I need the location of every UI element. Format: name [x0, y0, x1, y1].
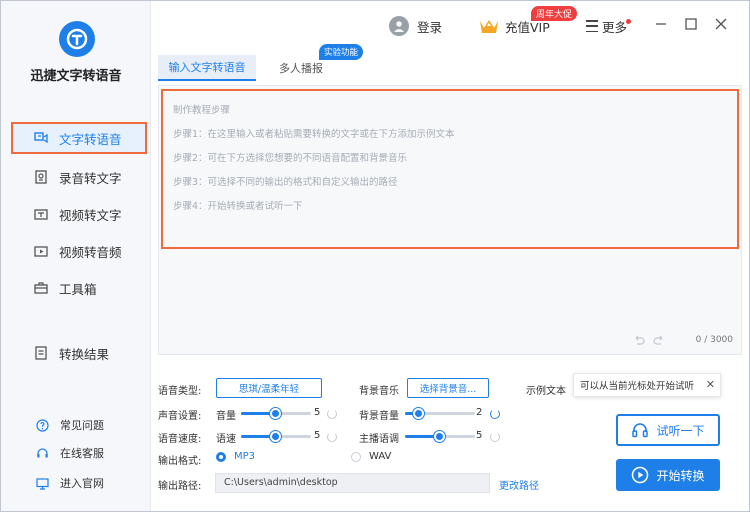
- voice-type-label: 语音类型:: [158, 386, 202, 397]
- char-count: 0 / 3000: [695, 335, 733, 345]
- pitch-slider[interactable]: [405, 430, 475, 442]
- headset-icon: [36, 447, 49, 460]
- sidebar-item-video-to-text[interactable]: 视频转文字: [11, 198, 147, 230]
- slider-handle[interactable]: [413, 408, 424, 419]
- support-label: 在线客服: [60, 447, 104, 460]
- listen-button[interactable]: 试听一下: [616, 414, 720, 446]
- sidebar: 迅捷文字转语音 文字转语音 录音转文字 视频转文字 视频转音频 工具箱 转换结果…: [1, 1, 151, 511]
- speed-slider[interactable]: [241, 430, 311, 442]
- support-link[interactable]: 在线客服: [1, 443, 151, 463]
- pitch-label: 主播语调: [359, 434, 399, 445]
- video-audio-icon: [33, 243, 49, 259]
- bg-volume-slider[interactable]: [405, 407, 475, 419]
- sidebar-item-video-to-audio[interactable]: 视频转音频: [11, 235, 147, 267]
- guide-title: 制作教程步骤: [173, 105, 231, 116]
- app-window: 迅捷文字转语音 文字转语音 录音转文字 视频转文字 视频转音频 工具箱 转换结果…: [0, 0, 750, 512]
- volume-label: 音量: [216, 411, 236, 422]
- website-label: 进入官网: [60, 477, 104, 490]
- faq-link[interactable]: 常见问题: [1, 415, 151, 435]
- format-mp3-label[interactable]: MP3: [234, 451, 255, 462]
- sound-settings-label: 声音设置:: [158, 411, 202, 422]
- sidebar-item-label: 转换结果: [59, 346, 110, 362]
- slider-handle[interactable]: [270, 408, 281, 419]
- toolbox-icon: [33, 280, 49, 296]
- sidebar-item-recording-to-text[interactable]: 录音转文字: [11, 161, 147, 193]
- speech-speed-label: 语音速度:: [158, 434, 202, 445]
- sidebar-item-toolbox[interactable]: 工具箱: [11, 272, 147, 304]
- guide-step: 步骤3：可选择不同的输出的格式和自定义输出的路径: [173, 177, 398, 188]
- sidebar-item-label: 文字转语音: [59, 131, 122, 147]
- notification-dot: [626, 19, 631, 24]
- text-to-speech-icon: [33, 130, 49, 146]
- menu-icon: [586, 20, 598, 32]
- redo-icon[interactable]: [653, 334, 665, 346]
- pitch-value: 5: [476, 430, 483, 441]
- result-icon: [33, 345, 49, 361]
- question-icon: [36, 418, 49, 432]
- text-input-area[interactable]: 制作教程步骤 步骤1：在这里输入或者粘贴需要转换的文字或在下方添加示例文本 步骤…: [161, 89, 739, 249]
- login-label: 登录: [417, 19, 443, 35]
- user-avatar-icon: [389, 16, 409, 36]
- faq-label: 常见问题: [60, 419, 104, 432]
- format-mp3-radio[interactable]: [216, 452, 226, 462]
- format-wav-label[interactable]: WAV: [369, 451, 391, 462]
- convert-label: 开始转换: [656, 468, 705, 483]
- sidebar-item-text-to-speech[interactable]: 文字转语音: [11, 122, 147, 154]
- monitor-icon: [36, 477, 49, 490]
- close-icon[interactable]: ✕: [706, 378, 715, 391]
- bg-volume-label: 背景音量: [359, 411, 399, 422]
- listen-tooltip: 可以从当前光标处开始试听 ✕: [573, 373, 721, 397]
- refresh-icon[interactable]: [490, 409, 500, 419]
- guide-step: 步骤2：可在下方选择您想要的不同语音配置和背景音乐: [173, 153, 408, 164]
- speed-value: 5: [314, 430, 321, 441]
- bg-music-label: 背景音乐: [359, 386, 399, 397]
- more-label: 更多: [602, 19, 628, 35]
- reset-icon[interactable]: [327, 409, 337, 419]
- undo-icon[interactable]: [633, 334, 645, 346]
- close-icon[interactable]: [713, 16, 729, 32]
- login-button[interactable]: 登录: [389, 13, 442, 39]
- headphones-icon: [632, 423, 649, 438]
- minimize-icon[interactable]: [653, 16, 669, 32]
- reset-icon[interactable]: [490, 432, 500, 442]
- speed-label: 语速: [216, 434, 236, 445]
- bg-music-button[interactable]: 选择背景音...: [407, 378, 489, 398]
- tooltip-text: 可以从当前光标处开始试听: [580, 381, 695, 392]
- lab-badge: 实验功能: [319, 44, 364, 60]
- sidebar-item-label: 工具箱: [59, 281, 97, 297]
- recording-icon: [33, 169, 49, 185]
- output-format-label: 输出格式:: [158, 456, 202, 467]
- more-button[interactable]: 更多: [586, 13, 627, 39]
- format-wav-radio[interactable]: [351, 452, 361, 462]
- volume-value: 5: [314, 407, 321, 418]
- output-path-label: 输出路径:: [158, 481, 202, 492]
- guide-step: 步骤4：开始转换或者试听一下: [173, 201, 303, 212]
- slider-handle[interactable]: [434, 431, 445, 442]
- maximize-icon[interactable]: [683, 16, 699, 32]
- voice-type-button[interactable]: 思琪/温柔年轻: [216, 378, 322, 398]
- video-text-icon: [33, 206, 49, 222]
- crown-icon: [480, 20, 498, 33]
- guide-step: 步骤1：在这里输入或者粘贴需要转换的文字或在下方添加示例文本: [173, 129, 455, 140]
- sidebar-item-results[interactable]: 转换结果: [11, 337, 147, 369]
- tab-text-to-speech[interactable]: 输入文字转语音: [158, 55, 256, 81]
- volume-slider[interactable]: [241, 407, 311, 419]
- app-brand: 迅捷文字转语音: [30, 69, 122, 84]
- listen-label: 试听一下: [656, 423, 705, 438]
- slider-handle[interactable]: [270, 431, 281, 442]
- change-path-link[interactable]: 更改路径: [499, 477, 539, 492]
- app-logo-icon: [59, 21, 95, 57]
- sidebar-item-label: 视频转音频: [59, 244, 122, 260]
- promo-badge: 周年大促: [531, 6, 578, 21]
- website-link[interactable]: 进入官网: [1, 473, 151, 493]
- sidebar-item-label: 视频转文字: [59, 207, 122, 223]
- start-convert-button[interactable]: 开始转换: [616, 459, 720, 491]
- play-icon: [632, 466, 649, 484]
- bg-volume-value: 2: [476, 407, 483, 418]
- output-path-field[interactable]: C:\Users\admin\desktop: [215, 473, 490, 493]
- mode-tabs: 输入文字转语音 多人播报: [158, 55, 742, 81]
- sidebar-item-label: 录音转文字: [59, 170, 122, 186]
- reset-icon[interactable]: [327, 432, 337, 442]
- sample-text-label: 示例文本: [526, 386, 566, 397]
